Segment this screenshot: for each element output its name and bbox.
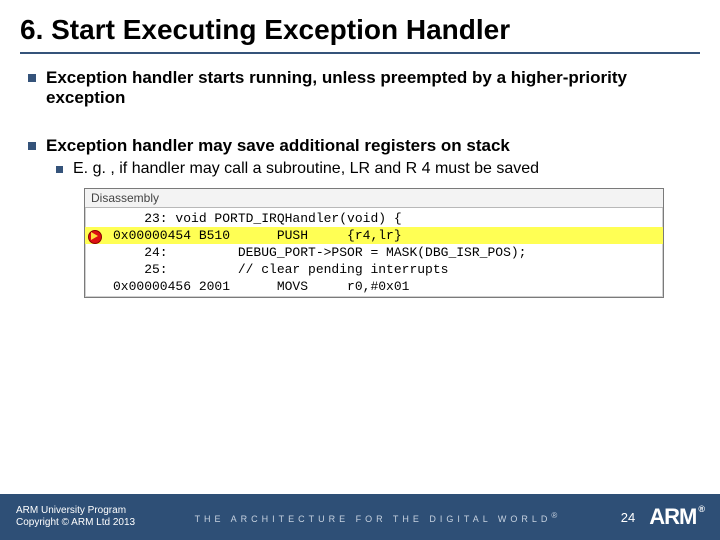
disasm-text: 0x00000456 2001 MOVS r0,#0x01	[107, 278, 663, 295]
bullet-square-icon	[28, 74, 36, 82]
breakpoint-arrow-icon	[88, 229, 104, 243]
disassembly-body: 23: void PORTD_IRQHandler(void) { 0x0000…	[85, 208, 663, 297]
bullet-square-icon	[56, 166, 63, 173]
disassembly-window: Disassembly 23: void PORTD_IRQHandler(vo…	[84, 188, 664, 298]
bullet-level2: E. g. , if handler may call a subroutine…	[56, 160, 692, 178]
disassembly-title: Disassembly	[85, 189, 663, 208]
disasm-text: 0x00000454 B510 PUSH {r4,lr}	[107, 227, 663, 244]
bullet-level1: Exception handler may save additional re…	[28, 136, 692, 156]
disasm-row-current: 0x00000454 B510 PUSH {r4,lr}	[85, 227, 663, 244]
footer-copyright: ARM University Program Copyright © ARM L…	[16, 505, 135, 529]
content-area: Exception handler starts running, unless…	[0, 68, 720, 298]
page-number: 24	[621, 510, 635, 525]
bullet-text: E. g. , if handler may call a subroutine…	[73, 160, 539, 178]
bullet-level1: Exception handler starts running, unless…	[28, 68, 692, 108]
bullet-text: Exception handler may save additional re…	[46, 136, 510, 156]
disasm-row: 23: void PORTD_IRQHandler(void) {	[85, 210, 663, 227]
footer-bar: ARM University Program Copyright © ARM L…	[0, 494, 720, 540]
bullet-text: Exception handler starts running, unless…	[46, 68, 692, 108]
footer-line2: Copyright © ARM Ltd 2013	[16, 517, 135, 529]
title-divider	[20, 52, 700, 54]
bullet-square-icon	[28, 142, 36, 150]
page-title: 6. Start Executing Exception Handler	[0, 0, 720, 52]
gutter	[85, 229, 107, 243]
footer-line1: ARM University Program	[16, 505, 135, 517]
disasm-text: 23: void PORTD_IRQHandler(void) {	[107, 210, 663, 227]
arm-logo: ARM®	[649, 504, 704, 530]
footer-tagline: THE ARCHITECTURE FOR THE DIGITAL WORLD®	[135, 511, 621, 524]
